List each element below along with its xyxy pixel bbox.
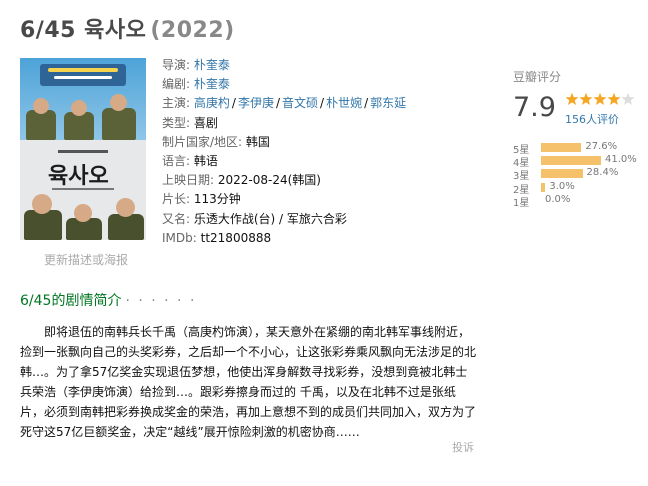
rating-distribution: 5星 27.6% 4星 41.0% 3星 28.4% 2星 3.0% 1星 0.0% [513,141,638,209]
poster-figure-6 [108,214,144,240]
rating-bar-percent: 41.0% [605,154,637,166]
page-title: 6/45 육사오 (2022) [20,12,235,44]
rating-bar-fill [541,156,601,166]
poster-figure-2 [64,112,94,140]
rating-bar-fill [541,182,546,192]
rating-bar-row: 2星 3.0% [513,180,638,196]
cast-separator: / [364,96,369,111]
rating-stars [565,92,635,105]
star-filled-icon [579,92,593,105]
cast-link[interactable]: 音文硕 [282,96,318,110]
poster-head-1 [33,98,49,114]
rating-bar-percent: 28.4% [586,167,619,179]
rating-bar-row: 5星 27.6% [513,141,638,156]
cast-label: 主演: [162,96,191,111]
rating-bar-row: 4星 41.0% [513,154,638,169]
movie-info: 导演: 朴奎泰 编剧: 朴奎泰 主演: 高庚杓 / 李伊庚 / 音文硕 / 朴世婉 / 郭东延 … [162,56,406,248]
rating-count-link[interactable]: 156人评价 [565,111,619,127]
aka-label: 又名: [162,211,191,226]
poster-head-2 [71,100,87,116]
rating-bar-percent: 3.0% [549,180,575,192]
cast-separator: / [320,96,325,111]
poster-logo-bar2 [52,188,114,190]
update-poster-link[interactable]: 更新描述或海报 [44,251,128,268]
poster-head-5 [74,204,92,222]
imdb-label: IMDb: [162,230,197,245]
poster-banner-line2 [54,76,112,79]
cast-link[interactable]: 李伊庚 [238,96,274,110]
imdb-value: tt21800888 [200,230,272,245]
director-label: 导演: [162,58,191,72]
rating-label: 豆瓣评分 [513,70,562,84]
rating-bar-percent: 0.0% [545,193,571,205]
rating-bar-percent: 27.6% [585,141,618,152]
language-row: 语言: 韩语 [162,152,406,171]
rating-bar-fill [541,169,583,179]
poster-head-6 [116,198,135,217]
runtime-label: 片长: [162,192,191,207]
star-filled-icon [593,92,607,105]
cast-link[interactable]: 高庚杓 [194,96,230,110]
genre-row: 类型: 喜剧 [162,114,406,133]
director-link[interactable]: 朴奎泰 [194,58,230,72]
poster-figure-3 [102,108,136,140]
star-filled-icon [607,92,621,105]
cast-separator: / [231,96,236,111]
release-value: 2022-08-24(韩国) [217,173,321,188]
writer-row: 编剧: 朴奎泰 [162,75,406,94]
genre-value: 喜剧 [193,115,218,130]
star-filled-icon [565,92,579,105]
poster-logo-bar [58,150,108,153]
synopsis-dots: · · · · · · [125,293,197,309]
poster-logo: 육사오 [48,164,109,189]
cast-separator: / [275,96,280,111]
synopsis-text: 即将退伍的南韩兵长千禹（高庚杓饰演），某天意外在紧绷的南北韩军事线附近，捡到一张… [20,325,477,439]
release-row: 上映日期: 2022-08-24(韩国) [162,171,406,190]
genre-label: 类型: [162,115,191,130]
poster-head-4 [32,194,52,214]
report-link[interactable]: 投诉 [452,439,474,455]
rating-bar-row: 1星 0.0% [513,193,638,209]
country-label: 制片国家/地区: [162,134,243,149]
director-row: 导演: 朴奎泰 [162,56,406,75]
language-value: 韩语 [193,154,218,169]
cast-link[interactable]: 郭东延 [370,96,406,110]
movie-poster[interactable]: 육사오 [20,58,146,240]
synopsis-title: 6/45的剧情简介 [20,293,122,309]
rating-bar-label: 1星 [513,197,530,209]
movie-title: 6/45 육사오 [20,18,147,43]
poster-figure-4 [24,210,62,240]
writer-link[interactable]: 朴奎泰 [194,77,230,91]
aka-row: 又名: 乐透大作战(台) / 军旅六合彩 [162,210,406,229]
synopsis-heading: 6/45的剧情简介 · · · · · · [20,290,196,310]
movie-year: (2022) [150,18,235,43]
star-empty-icon [621,92,635,105]
imdb-row: IMDb: tt21800888 [162,229,406,248]
rating-score: 7.9 [513,92,556,123]
poster-head-3 [110,94,127,111]
language-label: 语言: [162,154,191,169]
writer-label: 编剧: [162,77,191,92]
cast-row: 主演: 高庚杓 / 李伊庚 / 音文硕 / 朴世婉 / 郭东延 [162,94,406,113]
runtime-row: 片长: 113分钟 [162,190,406,209]
rating-bar-row: 3星 28.4% [513,167,638,182]
runtime-value: 113分钟 [193,192,241,207]
poster-banner-line [48,68,118,72]
cast-link[interactable]: 朴世婉 [326,96,362,110]
poster-figure-1 [26,110,56,140]
country-value: 韩国 [245,134,270,149]
rating-bar-fill [541,143,582,152]
aka-value: 乐透大作战(台) / 军旅六合彩 [193,211,347,226]
release-label: 上映日期: [162,173,215,188]
country-row: 制片国家/地区: 韩国 [162,133,406,152]
